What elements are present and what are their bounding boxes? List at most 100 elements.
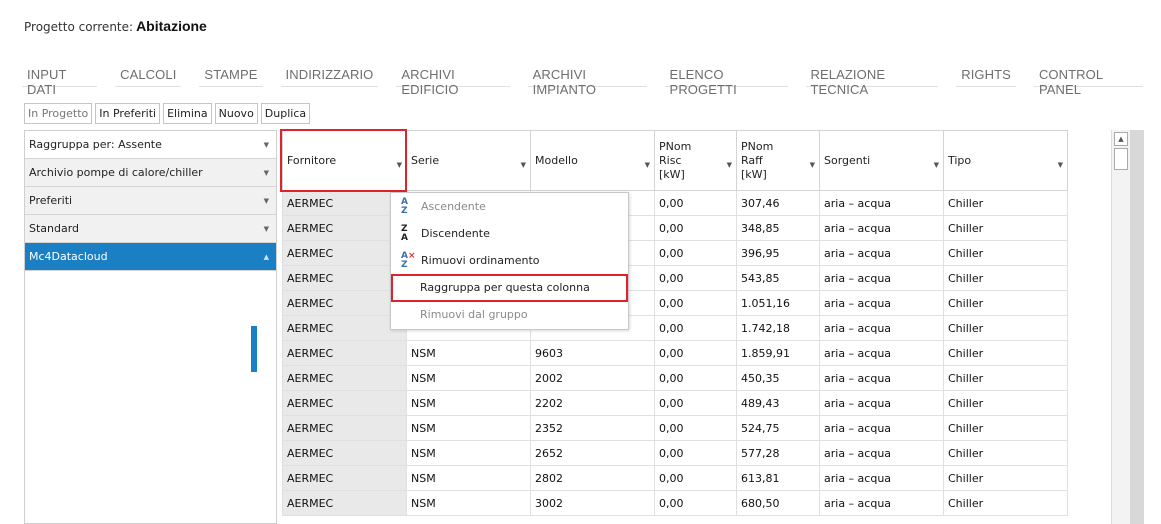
table-cell: 3002: [530, 490, 655, 516]
table-cell: AERMEC: [282, 490, 407, 516]
col-header-tipo[interactable]: Tipo ▼: [943, 130, 1068, 191]
nav-calcoli[interactable]: CALCOLI: [115, 67, 182, 87]
scroll-thumb[interactable]: [1114, 148, 1128, 170]
table-cell: 348,85: [736, 215, 820, 241]
table-cell: Chiller: [943, 465, 1068, 491]
table-cell: AERMEC: [282, 240, 407, 266]
table-row[interactable]: AERMEC NSM 2802 0,00 613,81 aria – acqua Chill…: [282, 465, 1068, 491]
table-cell: NSM: [406, 415, 531, 441]
archive-item-standard[interactable]: Standard ▼: [25, 215, 277, 243]
table-cell: 0,00: [654, 240, 737, 266]
chevron-down-icon: ▼: [263, 224, 269, 233]
table-cell: 0,00: [654, 215, 737, 241]
archive-item-mc4datacloud[interactable]: Mc4Datacloud ▲: [25, 243, 277, 271]
in-progetto-button[interactable]: In Progetto: [24, 103, 93, 124]
table-cell: 0,00: [654, 265, 737, 291]
menu-item-rimuovi-gruppo[interactable]: Rimuovi dal gruppo: [391, 301, 628, 328]
panel-scroll-indicator[interactable]: [251, 326, 257, 372]
table-cell: 613,81: [736, 465, 820, 491]
toolbar: In Progetto In Preferiti Elimina Nuovo D…: [24, 103, 313, 124]
column-menu-icon[interactable]: ▼: [645, 158, 650, 172]
table-row[interactable]: AERMEC NSM 2352 0,00 524,75 aria – acqua Chill…: [282, 415, 1068, 441]
duplica-button[interactable]: Duplica: [260, 103, 311, 124]
table-cell: Chiller: [943, 290, 1068, 316]
table-cell: Chiller: [943, 190, 1068, 216]
table-cell: Chiller: [943, 490, 1068, 516]
table-row[interactable]: AERMEC NSM 2202 0,00 489,43 aria – acqua Chill…: [282, 390, 1068, 416]
table-cell: 307,46: [736, 190, 820, 216]
table-cell: AERMEC: [282, 290, 407, 316]
table-row[interactable]: AERMEC NSM 9603 0,00 1.859,91 aria – acqua Chi…: [282, 340, 1068, 366]
table-cell: aria – acqua: [819, 315, 944, 341]
table-cell: AERMEC: [282, 340, 407, 366]
col-header-sorgenti[interactable]: Sorgenti ▼: [819, 130, 944, 191]
table-cell: 396,95: [736, 240, 820, 266]
nav-elenco-progetti[interactable]: ELENCO PROGETTI: [664, 67, 788, 97]
column-menu-icon[interactable]: ▼: [1058, 158, 1063, 172]
table-cell: 577,28: [736, 440, 820, 466]
chevron-up-icon: ▲: [263, 252, 269, 261]
sort-descending-icon: ZA: [401, 223, 408, 243]
col-header-pnom-risc[interactable]: PNom Risc [kW] ▼: [654, 130, 737, 191]
table-cell: Chiller: [943, 390, 1068, 416]
table-row[interactable]: AERMEC NSM 2002 0,00 450,35 aria – acqua Chill…: [282, 365, 1068, 391]
table-cell: aria – acqua: [819, 240, 944, 266]
table-cell: 0,00: [654, 440, 737, 466]
chevron-down-icon: ▼: [263, 196, 269, 205]
table-cell: AERMEC: [282, 190, 407, 216]
grid-vertical-scrollbar[interactable]: ▲: [1111, 130, 1130, 524]
table-cell: aria – acqua: [819, 290, 944, 316]
archive-item-pompe[interactable]: Archivio pompe di calore/chiller ▼: [25, 159, 277, 187]
menu-item-discendente[interactable]: Z A Discendente: [391, 220, 628, 247]
table-cell: NSM: [406, 440, 531, 466]
col-header-serie[interactable]: Serie ▼: [406, 130, 531, 191]
table-cell: 543,85: [736, 265, 820, 291]
table-cell: 0,00: [654, 315, 737, 341]
in-preferiti-button[interactable]: In Preferiti: [95, 103, 161, 124]
col-header-modello[interactable]: Modello ▼: [530, 130, 655, 191]
nav-indirizzario[interactable]: INDIRIZZARIO: [280, 67, 379, 87]
table-cell: 1.859,91: [736, 340, 820, 366]
table-row[interactable]: AERMEC NSM 2652 0,00 577,28 aria – acqua Chill…: [282, 440, 1068, 466]
nuovo-button[interactable]: Nuovo: [214, 103, 258, 124]
nav-relazione-tecnica[interactable]: RELAZIONE TECNICA: [805, 67, 939, 97]
column-menu-icon[interactable]: ▼: [810, 158, 815, 172]
table-cell: Chiller: [943, 265, 1068, 291]
table-cell: 0,00: [654, 290, 737, 316]
table-cell: AERMEC: [282, 465, 407, 491]
menu-item-ascendente[interactable]: A Z Ascendente: [391, 193, 628, 220]
table-row[interactable]: AERMEC NSM 3002 0,00 680,50 aria – acqua Chill…: [282, 490, 1068, 516]
archive-item-preferiti[interactable]: Preferiti ▼: [25, 187, 277, 215]
nav-archivi-edificio[interactable]: ARCHIVI EDIFICIO: [396, 67, 510, 97]
nav-control-panel[interactable]: CONTROL PANEL: [1033, 67, 1143, 97]
table-cell: 1.742,18: [736, 315, 820, 341]
col-header-pnom-raff[interactable]: PNom Raff [kW] ▼: [736, 130, 820, 191]
nav-stampe[interactable]: STAMPE: [199, 67, 263, 87]
column-context-menu: A Z Ascendente Z A Discendente A× Z Rimuovi or…: [390, 192, 629, 330]
table-cell: 680,50: [736, 490, 820, 516]
table-cell: 2002: [530, 365, 655, 391]
chevron-down-icon: ▼: [263, 140, 269, 149]
column-menu-icon[interactable]: ▼: [934, 158, 939, 172]
table-cell: NSM: [406, 390, 531, 416]
table-cell: AERMEC: [282, 440, 407, 466]
table-cell: 0,00: [654, 490, 737, 516]
table-cell: aria – acqua: [819, 190, 944, 216]
column-menu-icon[interactable]: ▼: [727, 158, 732, 172]
group-by-select[interactable]: Raggruppa per: Assente ▼: [25, 131, 277, 159]
table-cell: AERMEC: [282, 365, 407, 391]
table-cell: 2802: [530, 465, 655, 491]
nav-archivi-impianto[interactable]: ARCHIVI IMPIANTO: [527, 67, 647, 97]
table-cell: 0,00: [654, 415, 737, 441]
sort-ascending-icon: AZ: [401, 196, 408, 216]
table-cell: 2352: [530, 415, 655, 441]
scroll-up-icon[interactable]: ▲: [1114, 132, 1128, 146]
nav-input-dati[interactable]: INPUT DATI: [22, 67, 98, 97]
menu-item-rimuovi-ordinamento[interactable]: A× Z Rimuovi ordinamento: [391, 247, 628, 274]
elimina-button[interactable]: Elimina: [163, 103, 212, 124]
column-menu-icon[interactable]: ▼: [521, 158, 526, 172]
page-scrollbar[interactable]: [1130, 130, 1144, 524]
project-header: Progetto corrente: Abitazione: [24, 18, 207, 34]
nav-rights[interactable]: RIGHTS: [956, 67, 1016, 87]
clear-sort-icon: A× Z: [401, 250, 416, 270]
